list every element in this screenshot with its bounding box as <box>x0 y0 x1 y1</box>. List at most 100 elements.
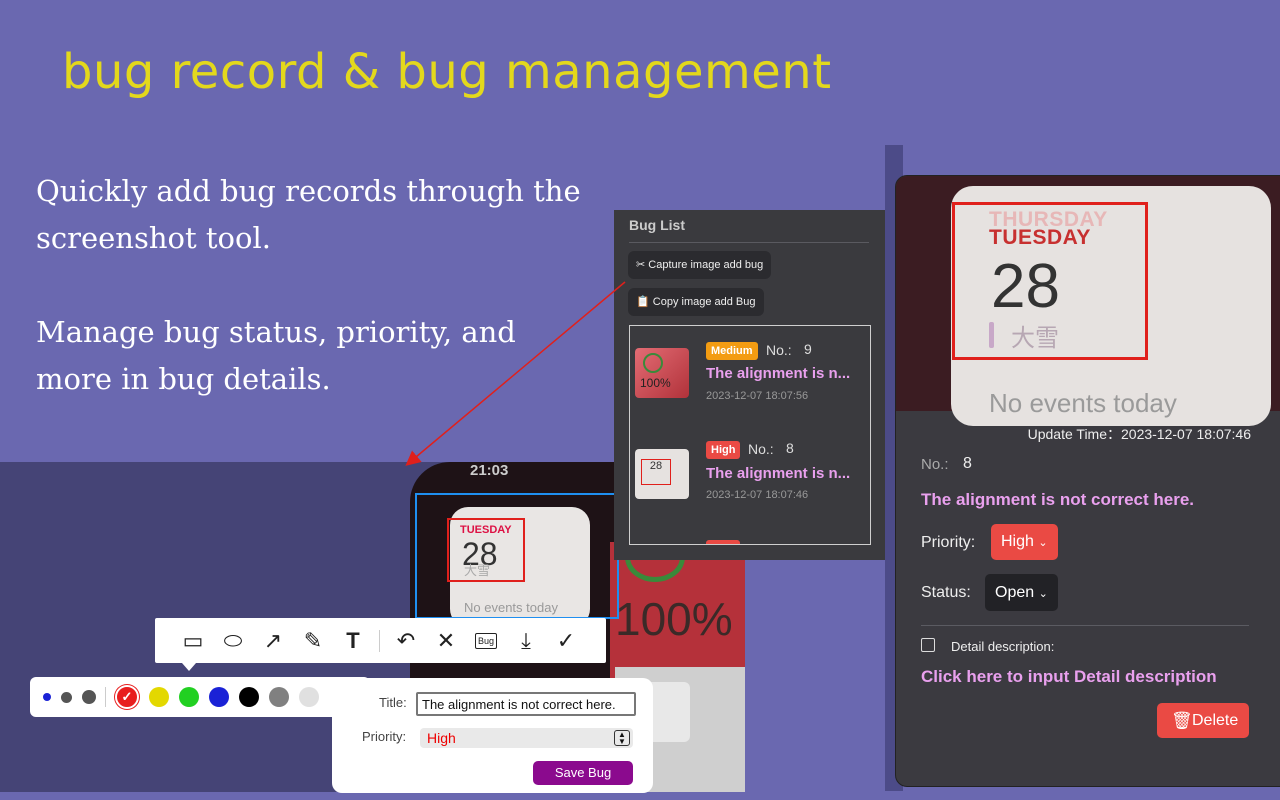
screenshot-toolbar: ▭ ⬭ ↗ ✎ T ↶ ✕ Bug ⤓ ✓ <box>155 618 606 663</box>
color-swatch[interactable] <box>299 687 319 707</box>
brush-size-option[interactable] <box>43 693 51 701</box>
detail-priority-label: Priority: <box>921 534 976 551</box>
bug-list-item[interactable]: 28 High No.: 8 The alignment is n... 202… <box>630 435 870 530</box>
bug-time: 2023-12-07 18:07:46 <box>706 489 809 501</box>
text-tool[interactable]: T <box>333 621 373 661</box>
page-title: bug record & bug management <box>62 44 832 100</box>
bug-time: 2023-12-07 18:07:56 <box>706 390 809 402</box>
status-dropdown[interactable]: Open ⌄ <box>985 574 1058 611</box>
brush-size-option[interactable] <box>82 690 96 704</box>
bug-list-title: Bug List <box>629 217 685 233</box>
intro-text-capture: Quickly add bug records through the scre… <box>36 174 581 255</box>
delete-label: Delete <box>1192 712 1239 729</box>
rectangle-tool[interactable]: ▭ <box>173 621 213 661</box>
bug-no-value: 9 <box>804 341 812 357</box>
ellipse-icon: ⬭ <box>223 627 243 653</box>
bug-title: The alignment is n... <box>706 465 851 482</box>
color-swatch[interactable] <box>239 687 259 707</box>
color-swatch[interactable] <box>179 687 199 707</box>
bug-button[interactable]: Bug <box>466 621 506 661</box>
download-icon: ⤓ <box>521 627 531 653</box>
bug-icon: Bug <box>474 632 497 649</box>
thumbnail-text: 100% <box>640 376 671 390</box>
battery-percent: 100% <box>615 593 733 645</box>
brush-size-option[interactable] <box>61 691 72 703</box>
priority-dropdown-value: High <box>1001 533 1034 550</box>
color-palette: ✓ <box>30 677 370 717</box>
detail-no-label: No.: <box>921 456 949 473</box>
screenshot-events: No events today <box>989 388 1177 418</box>
bug-list-panel: Bug List ✂ Capture image add bug 📋 Copy … <box>614 210 885 560</box>
detail-title[interactable]: The alignment is not correct here. <box>921 490 1194 510</box>
save-bug-button[interactable]: Save Bug <box>533 761 633 785</box>
ellipse-tool[interactable]: ⬭ <box>213 621 253 661</box>
bug-detail-panel: THURSDAY TUESDAY 28 大雪 No events today U… <box>895 175 1280 787</box>
divider <box>629 242 869 243</box>
annotation-rectangle[interactable] <box>447 518 525 582</box>
priority-select-value: High <box>427 730 456 746</box>
capture-button-label: Capture image add bug <box>648 259 764 271</box>
priority-badge: Medium <box>706 342 758 360</box>
toolbar-caret <box>182 663 196 671</box>
title-input[interactable]: The alignment is not correct here. <box>416 692 636 716</box>
rectangle-icon: ▭ <box>182 627 204 653</box>
save-bug-form: Title: The alignment is not correct here… <box>332 678 653 793</box>
close-icon: ✕ <box>436 627 456 653</box>
text-icon: T <box>346 627 360 653</box>
chevron-down-icon: ⌄ <box>1038 588 1048 600</box>
select-arrows-icon: ▲ ▼ <box>614 730 630 746</box>
color-swatch[interactable] <box>269 687 289 707</box>
chevron-down-icon: ⌄ <box>1038 537 1048 549</box>
arrow-icon: ↗ <box>263 627 283 653</box>
check-icon: ✓ <box>121 689 133 704</box>
copy-button-label: Copy image add Bug <box>652 296 756 308</box>
update-time: Update Time：2023-12-07 18:07:46 <box>1027 426 1251 442</box>
pen-tool[interactable]: ✎ <box>293 621 333 661</box>
scissors-icon: ✂ <box>636 259 646 271</box>
undo-icon: ↶ <box>396 627 416 653</box>
toolbar-divider <box>379 629 380 652</box>
bug-no-label: No.: <box>766 342 792 358</box>
bug-thumbnail: 28 <box>635 449 689 499</box>
trash-icon: 🗑 <box>1171 711 1193 730</box>
download-button[interactable]: ⤓ <box>506 621 546 661</box>
cancel-button[interactable]: ✕ <box>426 621 466 661</box>
priority-select[interactable]: High ▲ ▼ <box>420 728 633 748</box>
thumbnail-ring <box>643 353 663 373</box>
check-icon: ✓ <box>556 627 576 653</box>
arrow-tool[interactable]: ↗ <box>253 621 293 661</box>
intro-text-manage: Manage bug status, priority, and more in… <box>36 315 516 396</box>
phone-time: 21:03 <box>470 462 509 479</box>
screenshot-annotation-box <box>952 202 1148 360</box>
detail-no-value: 8 <box>963 455 972 472</box>
priority-badge: High <box>706 441 741 459</box>
thumbnail-text: 28 <box>641 459 671 485</box>
confirm-button[interactable]: ✓ <box>546 621 586 661</box>
bug-screenshot[interactable]: THURSDAY TUESDAY 28 大雪 No events today <box>896 176 1280 426</box>
delete-button[interactable]: 🗑 Delete <box>1157 703 1249 738</box>
color-swatch[interactable] <box>209 687 229 707</box>
bug-list-item[interactable]: 100% Medium No.: 9 The alignment is n...… <box>630 334 870 429</box>
color-swatch[interactable]: ✓ <box>115 685 139 709</box>
pencil-icon: ✎ <box>303 627 323 653</box>
undo-button[interactable]: ↶ <box>386 621 426 661</box>
divider <box>921 625 1249 626</box>
title-label: Title: <box>379 695 407 710</box>
next-priority-badge-partial <box>706 540 740 544</box>
copy-image-add-bug-button[interactable]: 📋 Copy image add Bug <box>628 288 764 316</box>
bug-no-value: 8 <box>786 440 794 456</box>
color-swatch[interactable] <box>149 687 169 707</box>
bug-no-label: No.: <box>748 441 774 457</box>
status-dropdown-value: Open <box>995 584 1035 601</box>
bug-list[interactable]: 100% Medium No.: 9 The alignment is n...… <box>629 325 871 545</box>
document-icon <box>921 638 935 652</box>
priority-label: Priority: <box>362 729 407 744</box>
description-label: Detail description: <box>951 639 1055 654</box>
description-input[interactable]: Click here to input Detail description <box>921 667 1217 687</box>
priority-dropdown[interactable]: High ⌄ <box>991 524 1058 560</box>
detail-status-label: Status: <box>921 584 971 601</box>
clipboard-icon: 📋 <box>636 296 650 308</box>
bug-thumbnail: 100% <box>635 348 689 398</box>
capture-image-add-bug-button[interactable]: ✂ Capture image add bug <box>628 251 772 279</box>
palette-divider <box>105 687 106 707</box>
